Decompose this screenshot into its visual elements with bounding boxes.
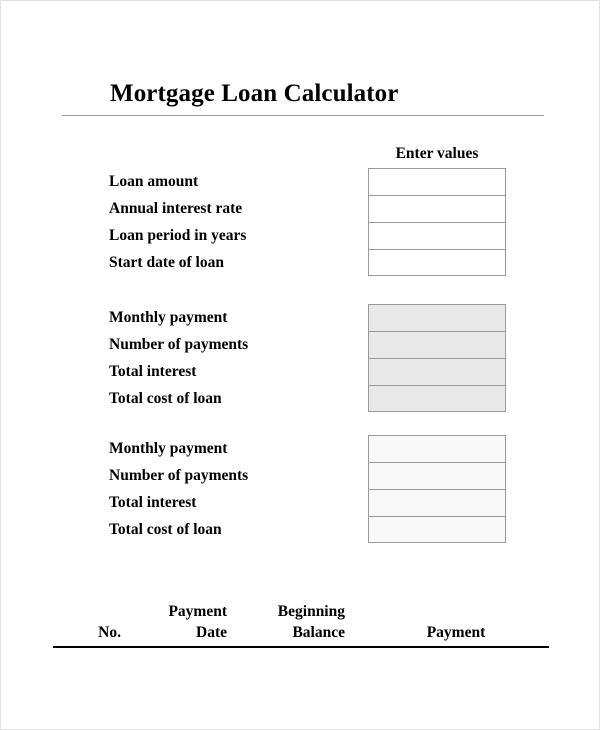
field-row: Total cost of loan bbox=[109, 385, 509, 412]
table-header-row: No. Payment Date Beginning Balance Payme… bbox=[53, 601, 600, 646]
field-label-monthly-payment-light: Monthly payment bbox=[109, 440, 228, 457]
field-row: Number of payments bbox=[109, 331, 509, 358]
column-header-no: No. bbox=[53, 601, 129, 646]
output-number-of-payments-shaded[interactable] bbox=[368, 331, 506, 358]
amortization-schedule: No. Payment Date Beginning Balance Payme… bbox=[53, 601, 549, 648]
field-row: Start date of loan bbox=[109, 249, 509, 276]
input-start-date-of-loan[interactable] bbox=[368, 249, 506, 276]
column-header-payment-line2: Payment bbox=[426, 624, 486, 641]
input-loan-amount[interactable] bbox=[368, 168, 506, 195]
output-number-of-payments-light[interactable] bbox=[368, 462, 506, 489]
column-header-no-line2: No. bbox=[98, 624, 121, 641]
output-total-interest-light[interactable] bbox=[368, 489, 506, 516]
field-label-monthly-payment-shaded: Monthly payment bbox=[109, 309, 228, 326]
field-row: Number of payments bbox=[109, 462, 509, 489]
field-group-results-shaded: Monthly payment Number of payments Total… bbox=[109, 304, 509, 412]
output-total-cost-of-loan-shaded[interactable] bbox=[368, 385, 506, 412]
output-monthly-payment-shaded[interactable] bbox=[368, 304, 506, 331]
field-row: Total interest bbox=[109, 358, 509, 385]
output-total-interest-shaded[interactable] bbox=[368, 358, 506, 385]
column-header-payment-date-line1: Payment bbox=[168, 603, 227, 620]
column-header-payment: Payment bbox=[347, 601, 600, 646]
field-row: Annual interest rate bbox=[109, 195, 509, 222]
calculator-form: Loan amount Annual interest rate Loan pe… bbox=[1, 1, 600, 561]
amortization-header-table: No. Payment Date Beginning Balance Payme… bbox=[53, 601, 600, 646]
field-label-loan-amount: Loan amount bbox=[109, 173, 199, 190]
field-label-loan-period-years: Loan period in years bbox=[109, 227, 247, 244]
field-label-number-of-payments-light: Number of payments bbox=[109, 467, 249, 484]
field-label-total-interest-shaded: Total interest bbox=[109, 363, 197, 380]
field-label-annual-interest-rate: Annual interest rate bbox=[109, 200, 243, 217]
output-monthly-payment-light[interactable] bbox=[368, 435, 506, 462]
document-page: Mortgage Loan Calculator Enter values Lo… bbox=[0, 0, 600, 730]
column-header-beginning-balance-line1: Beginning bbox=[277, 603, 345, 620]
input-loan-period-years[interactable] bbox=[368, 222, 506, 249]
field-label-total-cost-of-loan-shaded: Total cost of loan bbox=[109, 390, 222, 407]
field-row: Total interest bbox=[109, 489, 509, 516]
field-row: Total cost of loan bbox=[109, 516, 509, 543]
field-group-inputs: Loan amount Annual interest rate Loan pe… bbox=[109, 168, 509, 276]
column-header-payment-date-line2: Date bbox=[196, 624, 227, 641]
field-label-start-date-of-loan: Start date of loan bbox=[109, 254, 224, 271]
input-annual-interest-rate[interactable] bbox=[368, 195, 506, 222]
field-label-number-of-payments-shaded: Number of payments bbox=[109, 336, 249, 353]
field-row: Loan amount bbox=[109, 168, 509, 195]
amortization-header-rule bbox=[53, 646, 549, 648]
column-header-beginning-balance: Beginning Balance bbox=[233, 601, 347, 646]
field-row: Loan period in years bbox=[109, 222, 509, 249]
field-group-results-light: Monthly payment Number of payments Total… bbox=[109, 435, 509, 543]
field-label-total-cost-of-loan-light: Total cost of loan bbox=[109, 521, 222, 538]
output-total-cost-of-loan-light[interactable] bbox=[368, 516, 506, 543]
field-row: Monthly payment bbox=[109, 435, 509, 462]
field-row: Monthly payment bbox=[109, 304, 509, 331]
column-header-payment-date: Payment Date bbox=[129, 601, 233, 646]
column-header-beginning-balance-line2: Balance bbox=[292, 624, 345, 641]
field-label-total-interest-light: Total interest bbox=[109, 494, 197, 511]
